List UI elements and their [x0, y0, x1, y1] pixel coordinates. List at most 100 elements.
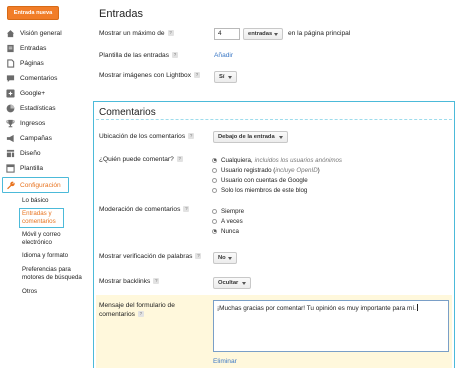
sidebar-subitem-other[interactable]: Otros: [22, 288, 86, 296]
moderation-label: Moderación de comentarios?: [99, 206, 190, 213]
who-can-comment-label-text: ¿Quién puede comentar?: [99, 156, 174, 163]
document-icon: [6, 44, 15, 53]
template-icon: [6, 163, 15, 173]
max-posts-input[interactable]: 4: [214, 28, 240, 40]
section-divider: [96, 119, 452, 120]
lightbox-select[interactable]: Sí: [214, 71, 237, 83]
sidebar-subitem-search-prefs[interactable]: Preferencias para motores de búsqueda: [22, 266, 86, 282]
comment-location-label: Ubicación de los comentarios?: [99, 133, 195, 140]
help-icon[interactable]: ?: [188, 133, 195, 140]
sidebar-item-label: Comentarios: [20, 74, 58, 82]
form-message-label-text: Mensaje del formulario de comentarios: [99, 302, 175, 318]
who-option-google[interactable]: Usuario con cuentas de Google: [212, 176, 308, 184]
option-label: Solo los miembros de este blog: [221, 186, 308, 194]
sidebar-item-label: Diseño: [20, 149, 41, 157]
post-template-label-text: Plantilla de las entradas: [99, 52, 170, 59]
trophy-icon: [6, 119, 15, 128]
sidebar-item-stats[interactable]: Estadísticas: [6, 101, 86, 115]
max-posts-label: Mostrar un máximo de?: [99, 30, 174, 37]
select-value: Ocultar: [218, 280, 239, 286]
sidebar-item-label: Campañas: [20, 134, 52, 142]
sidebar-item-google-plus[interactable]: Google+: [6, 86, 86, 100]
post-template-label: Plantilla de las entradas?: [99, 52, 179, 59]
moderation-label-text: Moderación de comentarios: [99, 206, 181, 213]
sidebar-item-label: Plantilla: [20, 164, 44, 172]
help-icon[interactable]: ?: [153, 278, 160, 285]
lightbox-label-text: Mostrar imágenes con Lightbox: [99, 72, 191, 79]
select-value: Sí: [219, 74, 225, 80]
moderation-option-never[interactable]: Nunca: [212, 227, 239, 235]
backlinks-label-text: Mostrar backlinks: [99, 278, 151, 285]
chevron-down-icon: [228, 256, 232, 260]
comment-location-label-text: Ubicación de los comentarios: [99, 133, 186, 140]
layout-icon: [6, 149, 15, 158]
lightbox-label: Mostrar imágenes con Lightbox?: [99, 72, 200, 79]
page-title: Entradas: [99, 8, 144, 20]
sidebar-item-label: Estadísticas: [20, 104, 56, 112]
sidebar-subitem-mobile-email[interactable]: Móvil y correo electrónico: [22, 231, 86, 247]
sidebar-subitem-basics[interactable]: Lo básico: [22, 197, 86, 205]
text-cursor: [416, 304, 418, 311]
chevron-down-icon: [242, 281, 246, 285]
radio-button[interactable]: [212, 218, 217, 224]
who-option-members[interactable]: Solo los miembros de este blog: [212, 186, 307, 194]
option-hint: incluidos los usuarios anónimos: [254, 156, 343, 164]
radio-button[interactable]: [212, 228, 217, 234]
sidebar-item-comments[interactable]: Comentarios: [6, 71, 86, 85]
select-value: entradas: [248, 31, 273, 37]
sidebar-item-posts[interactable]: Entradas: [6, 41, 86, 55]
sidebar: Entrada nueva Visión general Entradas Pá…: [0, 0, 86, 368]
help-icon[interactable]: ?: [195, 253, 202, 260]
select-value: No: [218, 255, 226, 261]
max-posts-label-text: Mostrar un máximo de: [99, 30, 165, 37]
help-icon[interactable]: ?: [172, 52, 179, 59]
sidebar-item-label: Google+: [20, 89, 46, 97]
chevron-down-icon: [274, 32, 278, 36]
sidebar-item-pages[interactable]: Páginas: [6, 56, 86, 70]
radio-button[interactable]: [212, 208, 217, 214]
radio-button[interactable]: [212, 177, 217, 183]
add-template-link[interactable]: Añadir: [214, 52, 233, 59]
help-icon[interactable]: ?: [183, 206, 190, 213]
help-icon[interactable]: ?: [176, 156, 183, 163]
sidebar-subitem-language[interactable]: Idioma y formato: [22, 252, 86, 260]
radio-button[interactable]: [212, 157, 217, 163]
sidebar-subitem-posts-comments[interactable]: Entradas y comentarios: [22, 210, 86, 226]
chevron-down-icon: [279, 135, 283, 139]
option-label: Cualquiera,: [221, 156, 253, 164]
help-icon[interactable]: ?: [167, 30, 174, 37]
sidebar-item-campaigns[interactable]: Campañas: [6, 131, 86, 145]
help-icon[interactable]: ?: [137, 311, 144, 318]
sidebar-item-label: Configuración: [20, 181, 61, 189]
comment-location-select[interactable]: Debajo de la entrada: [213, 131, 288, 143]
sidebar-item-layout[interactable]: Diseño: [6, 146, 86, 160]
backlinks-select[interactable]: Ocultar: [213, 277, 251, 289]
radio-button[interactable]: [212, 167, 217, 173]
sidebar-item-label: Páginas: [20, 59, 44, 67]
backlinks-label: Mostrar backlinks?: [99, 278, 160, 285]
sidebar-item-label: Ingresos: [20, 119, 46, 127]
sidebar-item-settings[interactable]: Configuración: [6, 178, 86, 192]
moderation-option-sometimes[interactable]: A veces: [212, 217, 243, 225]
form-message-textarea[interactable]: ¡Muchas gracias por comentar! Tu opinión…: [213, 300, 449, 352]
max-posts-unit-select[interactable]: entradas: [243, 28, 283, 40]
chevron-down-icon: [228, 75, 232, 79]
word-verification-select[interactable]: No: [213, 252, 237, 264]
sidebar-item-label: Entradas: [20, 44, 47, 52]
page-icon: [6, 58, 15, 68]
help-icon[interactable]: ?: [194, 72, 200, 79]
delete-message-link[interactable]: Eliminar: [213, 358, 237, 365]
sidebar-item-overview[interactable]: Visión general: [6, 26, 86, 40]
moderation-option-always[interactable]: Siempre: [212, 207, 244, 215]
new-post-button[interactable]: Entrada nueva: [7, 6, 59, 20]
sidebar-item-template[interactable]: Plantilla: [6, 161, 86, 175]
sidebar-item-earnings[interactable]: Ingresos: [6, 116, 86, 130]
option-hint-close: ): [317, 166, 320, 174]
option-label: Nunca: [221, 227, 239, 235]
who-option-anyone[interactable]: Cualquiera, incluidos los usuarios anóni…: [212, 156, 342, 164]
radio-button[interactable]: [212, 187, 217, 193]
megaphone-icon: [6, 134, 15, 143]
form-message-label: Mensaje del formulario de comentarios?: [99, 301, 199, 319]
who-can-comment-label: ¿Quién puede comentar??: [99, 156, 183, 163]
who-option-registered[interactable]: Usuario registrado (incluye OpenID): [212, 166, 320, 174]
